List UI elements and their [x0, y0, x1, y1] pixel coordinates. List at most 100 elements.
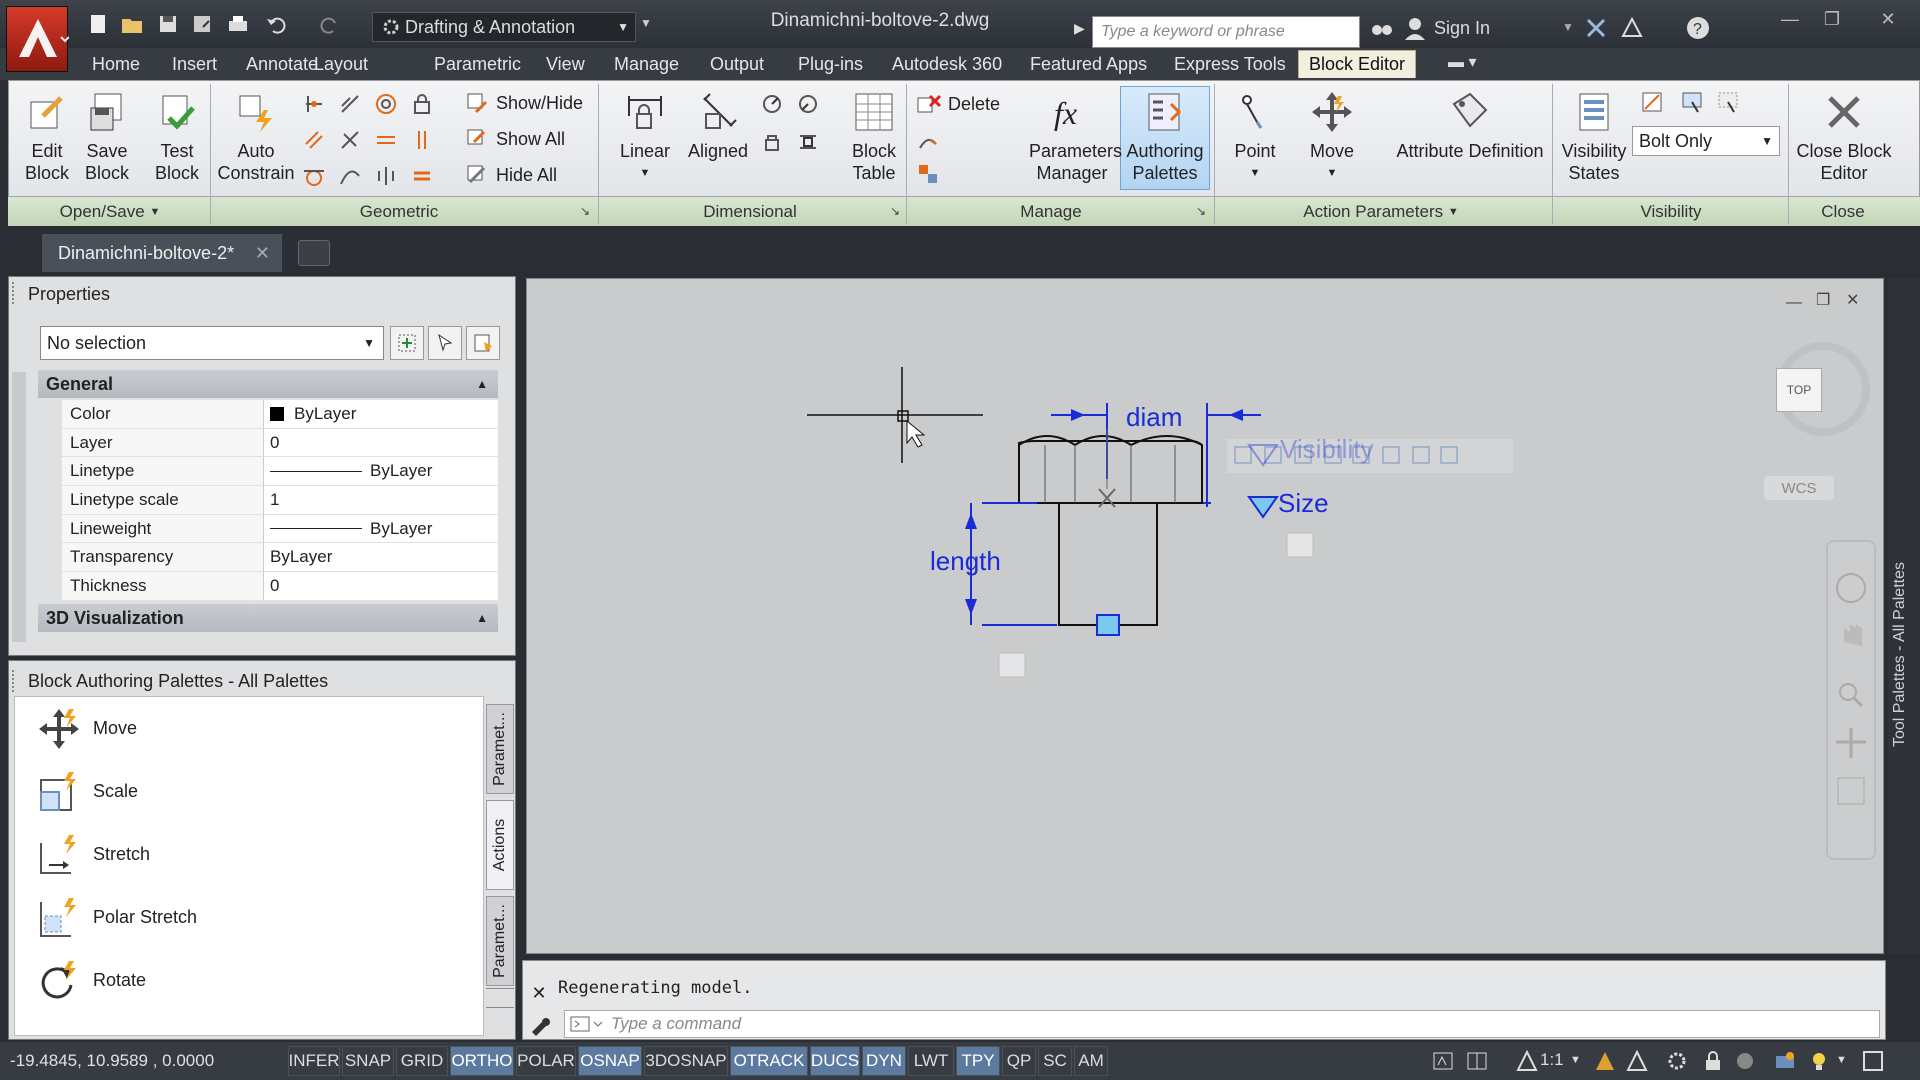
visibility-states-button[interactable]: Visibility States: [1558, 88, 1630, 184]
tab-parametric[interactable]: Parametric: [424, 50, 531, 78]
property-row-lineweight[interactable]: Lineweight ByLayer: [62, 514, 498, 544]
aligned-button[interactable]: Aligned: [682, 88, 754, 162]
visibility-label[interactable]: Visibility: [1280, 434, 1373, 465]
status-toggle-otrack[interactable]: OTRACK: [730, 1046, 808, 1076]
tab-manage[interactable]: Manage: [604, 50, 689, 78]
viewcube-top[interactable]: TOP: [1776, 368, 1822, 412]
action-bar-icon[interactable]: [998, 652, 1026, 678]
coincident-icon[interactable]: [300, 90, 328, 118]
tangent-icon[interactable]: [300, 162, 328, 190]
plot-icon[interactable]: [224, 10, 252, 38]
viewport-restore-icon[interactable]: ❐: [1816, 290, 1830, 310]
new-tab-button[interactable]: [298, 240, 330, 266]
palette-item-move[interactable]: Move: [15, 697, 483, 760]
hardware-acceleration-icon[interactable]: [1732, 1048, 1758, 1074]
panel-title-action-parameters[interactable]: Action Parameters ▼: [1216, 200, 1546, 224]
restore-icon[interactable]: ❐: [1816, 6, 1848, 32]
status-toggle-snap[interactable]: SNAP: [342, 1046, 394, 1076]
palette-tab-parameter-sets[interactable]: Paramet...: [486, 896, 514, 986]
save-block-button[interactable]: Save Block: [78, 88, 136, 184]
save-as-icon[interactable]: [188, 10, 216, 38]
tab-output[interactable]: Output: [700, 50, 774, 78]
make-invisible-icon[interactable]: [1714, 88, 1742, 116]
palette-tab-parameters[interactable]: Paramet...: [486, 704, 514, 794]
search-input[interactable]: Type a keyword or phrase: [1092, 16, 1360, 48]
workspace-switching-icon[interactable]: [1664, 1048, 1690, 1074]
block-order-icon[interactable]: [914, 160, 942, 188]
status-toggle-ortho[interactable]: ORTHO: [450, 1046, 514, 1076]
layout-icon[interactable]: [1464, 1048, 1490, 1074]
parallel-icon[interactable]: [300, 126, 328, 154]
close-icon[interactable]: ✕: [1872, 6, 1904, 32]
wcs-menu[interactable]: WCS: [1764, 476, 1834, 500]
point-button[interactable]: Point ▼: [1224, 88, 1286, 184]
coordinate-display[interactable]: -19.4845, 10.9589 , 0.0000: [10, 1046, 214, 1076]
test-block-button[interactable]: Test Block: [146, 88, 208, 184]
palette-item-polar-stretch[interactable]: Polar Stretch: [15, 886, 483, 949]
tab-insert[interactable]: Insert: [162, 50, 227, 78]
linear-button[interactable]: Linear ▼: [610, 88, 680, 184]
property-row-thickness[interactable]: Thickness 0: [62, 572, 498, 601]
lock-ui-icon[interactable]: [1700, 1048, 1726, 1074]
vertical-icon[interactable]: [408, 126, 436, 154]
chevron-down-icon[interactable]: ▼: [1570, 1054, 1581, 1066]
open-icon[interactable]: [118, 10, 146, 38]
property-row-transparency[interactable]: Transparency ByLayer: [62, 543, 498, 573]
size-label[interactable]: Size: [1278, 488, 1329, 519]
status-toggle-3dosnap[interactable]: 3DOSNAP: [644, 1046, 728, 1076]
angular-icon[interactable]: [758, 90, 786, 118]
collinear-icon[interactable]: [336, 90, 364, 118]
close-block-editor-button[interactable]: Close Block Editor: [1792, 88, 1896, 184]
action-bar-icon[interactable]: [1286, 532, 1314, 558]
undo-icon[interactable]: [262, 10, 290, 38]
palette-tabs-overflow-icon[interactable]: [486, 988, 514, 1008]
diam-label[interactable]: diam: [1126, 402, 1182, 433]
status-toggle-sc[interactable]: SC: [1038, 1046, 1072, 1076]
status-toggle-qp[interactable]: QP: [1002, 1046, 1036, 1076]
geometric-dialog-launcher-icon[interactable]: ↘: [580, 204, 590, 218]
drawing-canvas[interactable]: [526, 278, 1884, 954]
tab-featured-apps[interactable]: Featured Apps: [1020, 50, 1157, 78]
tab-home[interactable]: Home: [82, 50, 150, 78]
command-input[interactable]: Type a command: [564, 1010, 1880, 1038]
selection-dropdown[interactable]: No selection ▼: [40, 326, 384, 360]
radial-icon[interactable]: [794, 90, 822, 118]
palette-item-scale[interactable]: Scale: [15, 760, 483, 823]
general-section-header[interactable]: General ▲: [38, 370, 498, 398]
property-row-layer[interactable]: Layer 0: [62, 428, 498, 458]
palette-tab-actions[interactable]: Actions: [486, 800, 514, 890]
property-row-linetype[interactable]: Linetype ByLayer: [62, 457, 498, 487]
panel-title-open-save[interactable]: Open/Save ▼: [10, 200, 210, 224]
tool-palettes-bar[interactable]: Tool Palettes - All Palettes: [1888, 278, 1920, 954]
status-toggle-am[interactable]: AM: [1074, 1046, 1108, 1076]
select-objects-icon[interactable]: [428, 326, 462, 360]
status-toggle-osnap[interactable]: OSNAP: [578, 1046, 642, 1076]
perpendicular-icon[interactable]: [336, 126, 364, 154]
palette-item-rotate[interactable]: Rotate: [15, 949, 483, 1012]
exchange-icon[interactable]: [1582, 14, 1610, 42]
tab-layout[interactable]: Layout: [304, 50, 378, 78]
toggle-pickadd-icon[interactable]: [390, 326, 424, 360]
qat-customize-icon[interactable]: ▼: [640, 16, 652, 30]
new-icon[interactable]: [84, 10, 112, 38]
properties-scrollbar[interactable]: [12, 372, 26, 642]
help-icon[interactable]: ?: [1684, 14, 1712, 42]
equal-icon[interactable]: [408, 162, 436, 190]
command-close-icon[interactable]: ✕: [528, 982, 550, 1004]
visibility-state-dropdown[interactable]: Bolt Only ▼: [1632, 126, 1780, 156]
redefine-icon[interactable]: [914, 128, 942, 156]
search-expand-icon[interactable]: ▶: [1074, 20, 1085, 37]
symmetric-icon[interactable]: [372, 162, 400, 190]
annotation-scale-icon[interactable]: [1514, 1048, 1540, 1074]
authoring-palettes-button[interactable]: Authoring Palettes: [1120, 88, 1210, 184]
property-row-color[interactable]: Color ByLayer: [62, 400, 498, 429]
convert-icon[interactable]: [794, 128, 822, 156]
redo-icon[interactable]: [316, 10, 344, 38]
tab-plug-ins[interactable]: Plug-ins: [788, 50, 873, 78]
property-row-linetype-scale[interactable]: Linetype scale 1: [62, 486, 498, 515]
make-visible-icon[interactable]: [1678, 88, 1706, 116]
smooth-icon[interactable]: [336, 162, 364, 190]
show-hide-button[interactable]: Show/Hide: [466, 92, 583, 114]
auto-scale-icon[interactable]: [1624, 1048, 1650, 1074]
edit-block-button[interactable]: Edit Block: [16, 88, 78, 184]
